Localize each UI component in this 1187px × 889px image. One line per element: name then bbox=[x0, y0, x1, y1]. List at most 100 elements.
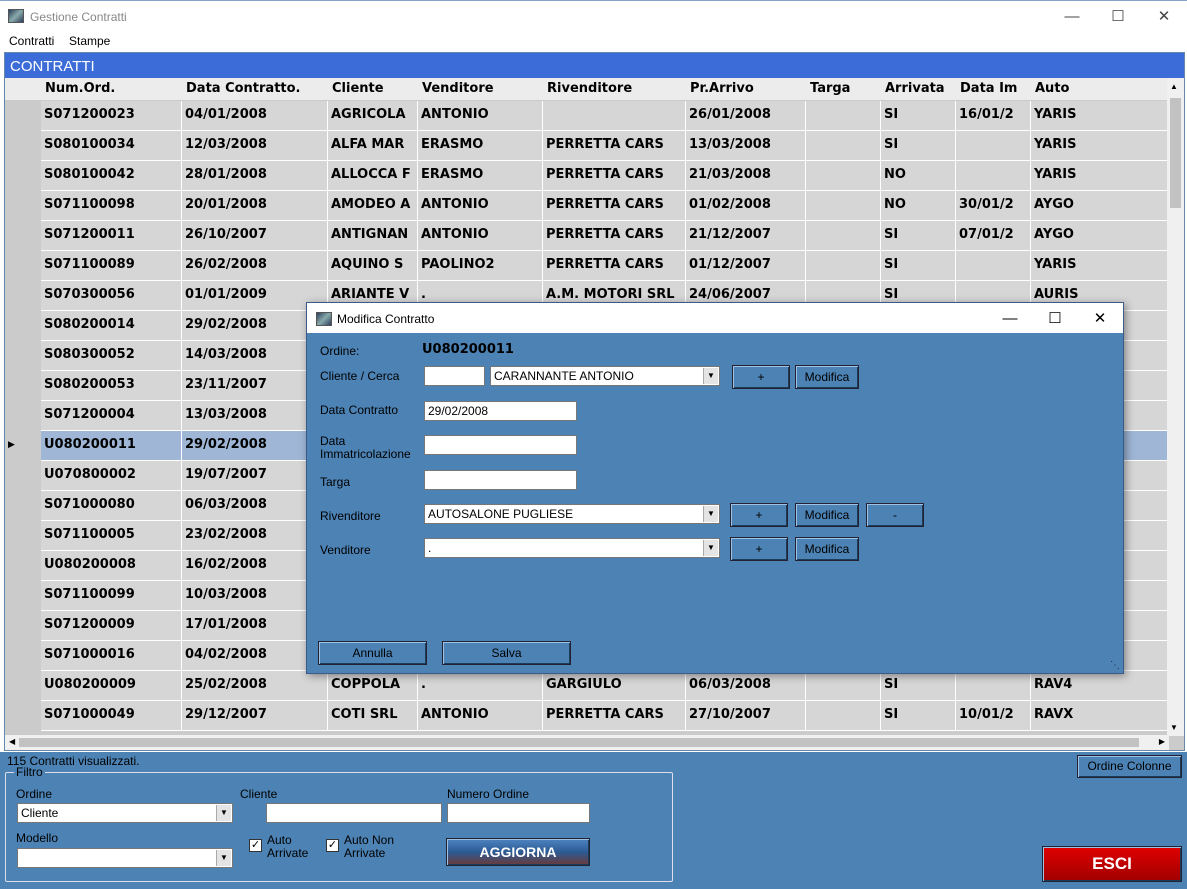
chevron-down-icon[interactable]: ▼ bbox=[703, 368, 718, 384]
table-cell[interactable]: S071100005 bbox=[41, 521, 182, 551]
table-cell[interactable]: AQUINO S bbox=[328, 251, 418, 281]
table-cell[interactable]: S070300056 bbox=[41, 281, 182, 311]
modello-select[interactable]: ▼ bbox=[17, 848, 233, 868]
table-row[interactable]: S071200011 26/10/2007 ANTIGNAN ANTONIO PERRE… bbox=[5, 221, 1169, 251]
chevron-down-icon[interactable]: ▼ bbox=[216, 805, 231, 821]
menu-contratti[interactable]: Contratti bbox=[9, 34, 54, 48]
scroll-thumb[interactable] bbox=[1170, 98, 1181, 208]
table-cell[interactable]: RAV4 bbox=[1031, 671, 1169, 701]
data-immatricolazione-input[interactable] bbox=[424, 435, 577, 455]
table-cell[interactable]: S080300052 bbox=[41, 341, 182, 371]
table-cell[interactable]: U080200008 bbox=[41, 551, 182, 581]
dialog-minimize-icon[interactable]: — bbox=[987, 303, 1033, 333]
table-cell[interactable]: S071100089 bbox=[41, 251, 182, 281]
col-header-auto[interactable]: Auto bbox=[1035, 81, 1069, 96]
table-cell[interactable]: 20/01/2008 bbox=[182, 191, 328, 221]
table-cell[interactable]: YARIS bbox=[1031, 131, 1169, 161]
data-contratto-input[interactable]: 29/02/2008 bbox=[424, 401, 577, 421]
table-cell[interactable] bbox=[806, 671, 881, 701]
salva-button[interactable]: Salva bbox=[442, 641, 571, 665]
table-row[interactable]: U080200009 25/02/2008 COPPOLA. GARGIULO 06/0… bbox=[5, 671, 1169, 701]
minimize-icon[interactable]: — bbox=[1049, 1, 1095, 31]
table-row[interactable]: S071100098 20/01/2008 AMODEO A ANTONIO PERRE… bbox=[5, 191, 1169, 221]
table-cell[interactable]: 01/12/2007 bbox=[686, 251, 806, 281]
resize-grip-icon[interactable]: ⋱ bbox=[1110, 660, 1120, 671]
table-cell[interactable]: U080200011 bbox=[41, 431, 182, 461]
table-cell[interactable]: SI bbox=[881, 701, 956, 731]
table-cell[interactable] bbox=[806, 221, 881, 251]
table-cell[interactable]: SI bbox=[881, 671, 956, 701]
table-cell[interactable] bbox=[806, 251, 881, 281]
table-cell[interactable]: 25/02/2008 bbox=[182, 671, 328, 701]
table-cell[interactable]: GARGIULO bbox=[543, 671, 686, 701]
table-cell[interactable] bbox=[806, 161, 881, 191]
col-header-pr-arrivo[interactable]: Pr.Arrivo bbox=[690, 81, 754, 96]
table-cell[interactable]: COTI SRL bbox=[328, 701, 418, 731]
table-cell[interactable]: ANTONIO bbox=[418, 191, 543, 221]
dialog-close-icon[interactable]: ✕ bbox=[1077, 303, 1123, 333]
table-cell[interactable]: U080200009 bbox=[41, 671, 182, 701]
modifica-rivenditore-button[interactable]: Modifica bbox=[795, 503, 859, 527]
table-cell[interactable]: 21/12/2007 bbox=[686, 221, 806, 251]
menu-stampe[interactable]: Stampe bbox=[69, 34, 110, 48]
table-cell[interactable] bbox=[806, 101, 881, 131]
scroll-up-icon[interactable]: ▲ bbox=[1170, 82, 1178, 91]
aggiorna-button[interactable]: AGGIORNA bbox=[446, 838, 590, 866]
cerca-input[interactable] bbox=[424, 366, 485, 386]
table-cell[interactable]: S071000016 bbox=[41, 641, 182, 671]
esci-button[interactable]: ESCI bbox=[1042, 846, 1182, 882]
table-row[interactable]: S071200023 04/01/2008 AGRICOLA ANTONIO 26/01… bbox=[5, 101, 1169, 131]
table-cell[interactable]: 29/12/2007 bbox=[182, 701, 328, 731]
table-cell[interactable] bbox=[543, 101, 686, 131]
scroll-left-icon[interactable]: ◀ bbox=[9, 737, 15, 746]
scroll-down-icon[interactable]: ▼ bbox=[1170, 723, 1178, 732]
ordine-select[interactable]: Cliente ▼ bbox=[17, 803, 233, 823]
rivenditore-select[interactable]: AUTOSALONE PUGLIESE ▼ bbox=[424, 504, 720, 524]
auto-arrivate-checkbox[interactable]: ✓ bbox=[249, 839, 262, 852]
table-cell[interactable]: S080200014 bbox=[41, 311, 182, 341]
table-cell[interactable]: S080100042 bbox=[41, 161, 182, 191]
close-icon[interactable]: ✕ bbox=[1141, 1, 1187, 31]
table-cell[interactable]: COPPOLA bbox=[328, 671, 418, 701]
table-cell[interactable]: 28/01/2008 bbox=[182, 161, 328, 191]
table-cell[interactable] bbox=[956, 251, 1031, 281]
table-cell[interactable]: RAVX bbox=[1031, 701, 1169, 731]
horizontal-scrollbar[interactable]: ◀ ▶ bbox=[5, 735, 1169, 750]
col-header-arrivata[interactable]: Arrivata bbox=[885, 81, 945, 96]
annulla-button[interactable]: Annulla bbox=[318, 641, 427, 665]
table-row[interactable]: S071000049 29/12/2007 COTI SRL ANTONIO PERRE… bbox=[5, 701, 1169, 731]
table-cell[interactable]: SI bbox=[881, 101, 956, 131]
table-cell[interactable]: ANTONIO bbox=[418, 101, 543, 131]
col-header-targa[interactable]: Targa bbox=[810, 81, 850, 96]
table-cell[interactable]: S071000080 bbox=[41, 491, 182, 521]
table-cell[interactable]: S071200009 bbox=[41, 611, 182, 641]
table-cell[interactable]: PERRETTA CARS bbox=[543, 191, 686, 221]
chevron-down-icon[interactable]: ▼ bbox=[216, 850, 231, 866]
col-header-cliente[interactable]: Cliente bbox=[332, 81, 384, 96]
col-header-venditore[interactable]: Venditore bbox=[422, 81, 494, 96]
table-cell[interactable]: AMODEO A bbox=[328, 191, 418, 221]
add-rivenditore-button[interactable]: + bbox=[730, 503, 788, 527]
table-cell[interactable]: 04/01/2008 bbox=[182, 101, 328, 131]
table-cell[interactable]: S071200023 bbox=[41, 101, 182, 131]
table-cell[interactable]: PERRETTA CARS bbox=[543, 161, 686, 191]
table-cell[interactable]: PERRETTA CARS bbox=[543, 221, 686, 251]
table-cell[interactable] bbox=[956, 161, 1031, 191]
remove-rivenditore-button[interactable]: - bbox=[866, 503, 924, 527]
ordine-colonne-button[interactable]: Ordine Colonne bbox=[1077, 755, 1182, 778]
col-header-data-contratto[interactable]: Data Contratto. bbox=[186, 81, 301, 96]
table-cell[interactable]: 07/01/2 bbox=[956, 221, 1031, 251]
table-cell[interactable]: SI bbox=[881, 251, 956, 281]
table-row[interactable]: S071100089 26/02/2008 AQUINO S PAOLINO2 PERR… bbox=[5, 251, 1169, 281]
col-header-data-im[interactable]: Data Im bbox=[960, 81, 1017, 96]
table-cell[interactable]: YARIS bbox=[1031, 161, 1169, 191]
table-cell[interactable]: SI bbox=[881, 221, 956, 251]
add-cliente-button[interactable]: + bbox=[732, 365, 790, 389]
table-cell[interactable]: YARIS bbox=[1031, 101, 1169, 131]
modifica-cliente-button[interactable]: Modifica bbox=[795, 365, 859, 389]
table-cell[interactable]: 26/01/2008 bbox=[686, 101, 806, 131]
table-cell[interactable]: 26/10/2007 bbox=[182, 221, 328, 251]
add-venditore-button[interactable]: + bbox=[730, 537, 788, 561]
modifica-venditore-button[interactable]: Modifica bbox=[795, 537, 859, 561]
table-cell[interactable]: S071200004 bbox=[41, 401, 182, 431]
